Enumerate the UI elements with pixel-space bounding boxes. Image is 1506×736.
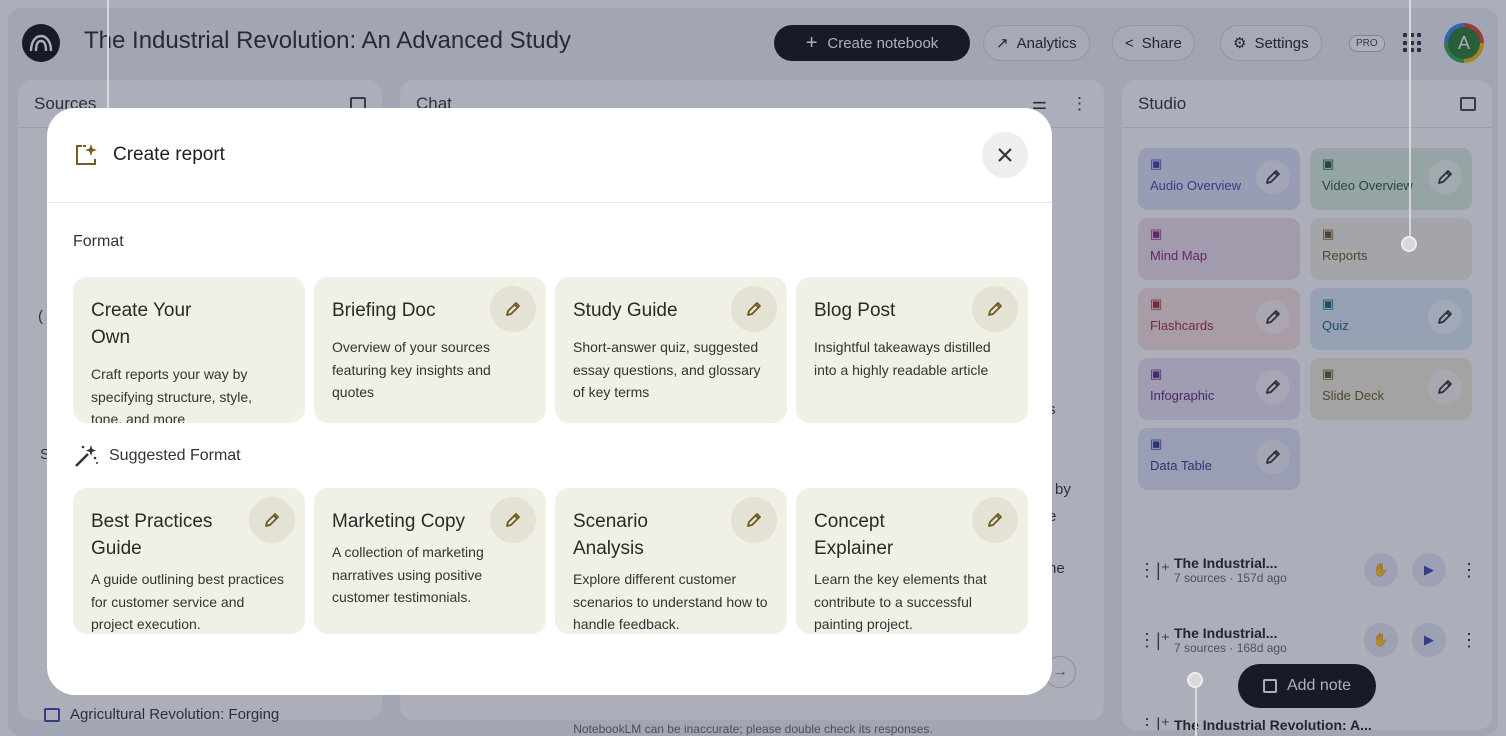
close-button[interactable] <box>982 132 1028 178</box>
reports-icon <box>76 144 97 165</box>
report-format-card[interactable]: Blog Post Insightful takeaways distilled … <box>796 277 1028 423</box>
card-description: Short-answer quiz, suggested essay quest… <box>573 339 761 400</box>
report-format-card[interactable]: Best Practices Guide A guide outlining be… <box>73 488 305 634</box>
pencil-icon <box>986 300 1004 318</box>
card-description: A guide outlining best practices for cus… <box>91 571 285 632</box>
report-format-card[interactable]: Scenario Analysis Explore different custo… <box>555 488 787 634</box>
card-description: Insightful takeaways distilled into a hi… <box>814 339 991 378</box>
pencil-icon <box>263 511 281 529</box>
pencil-icon <box>504 300 522 318</box>
suggested-label: Suggested Format <box>109 447 241 464</box>
report-format-card[interactable]: Briefing Doc Overview of your sources fea… <box>314 277 546 423</box>
callout-line <box>1195 686 1197 736</box>
dialog-title-text: Create report <box>113 144 225 165</box>
edit-button[interactable] <box>731 286 777 332</box>
dialog-title: Create report <box>73 142 225 168</box>
dialog-header: Create report <box>47 108 1052 203</box>
report-format-card[interactable]: Create Your Own Craft reports your way by… <box>73 277 305 423</box>
pencil-icon <box>504 511 522 529</box>
format-label: Format <box>73 233 124 250</box>
format-section-label: Format <box>73 233 124 251</box>
card-description: Overview of your sources featuring key i… <box>332 339 491 400</box>
edit-button[interactable] <box>490 497 536 543</box>
suggested-cards: Best Practices Guide A guide outlining be… <box>73 488 1028 634</box>
pencil-icon <box>745 300 763 318</box>
pencil-icon <box>986 511 1004 529</box>
report-format-card[interactable]: Concept Explainer Learn the key elements … <box>796 488 1028 634</box>
close-icon <box>998 148 1012 162</box>
callout-dot <box>1187 672 1203 688</box>
report-format-card[interactable]: Study Guide Short-answer quiz, suggested … <box>555 277 787 423</box>
suggested-section-label: Suggested Format <box>73 443 241 469</box>
callout-dot <box>1401 236 1417 252</box>
edit-button[interactable] <box>731 497 777 543</box>
card-description: Craft reports your way by specifying str… <box>91 366 253 423</box>
card-description: A collection of marketing narratives usi… <box>332 544 484 605</box>
card-description: Learn the key elements that contribute t… <box>814 571 987 632</box>
callout-line <box>1409 0 1411 238</box>
format-cards: Create Your Own Craft reports your way by… <box>73 277 1028 423</box>
pencil-icon <box>745 511 763 529</box>
create-report-dialog: Create report Format Create Your Own Craf… <box>47 108 1052 695</box>
magic-wand-icon <box>75 445 98 467</box>
edit-button[interactable] <box>249 497 295 543</box>
edit-button[interactable] <box>972 286 1018 332</box>
card-description: Explore different customer scenarios to … <box>573 571 768 632</box>
card-title: Create Your Own <box>91 300 192 348</box>
edit-button[interactable] <box>490 286 536 332</box>
report-format-card[interactable]: Marketing Copy A collection of marketing … <box>314 488 546 634</box>
edit-button[interactable] <box>972 497 1018 543</box>
